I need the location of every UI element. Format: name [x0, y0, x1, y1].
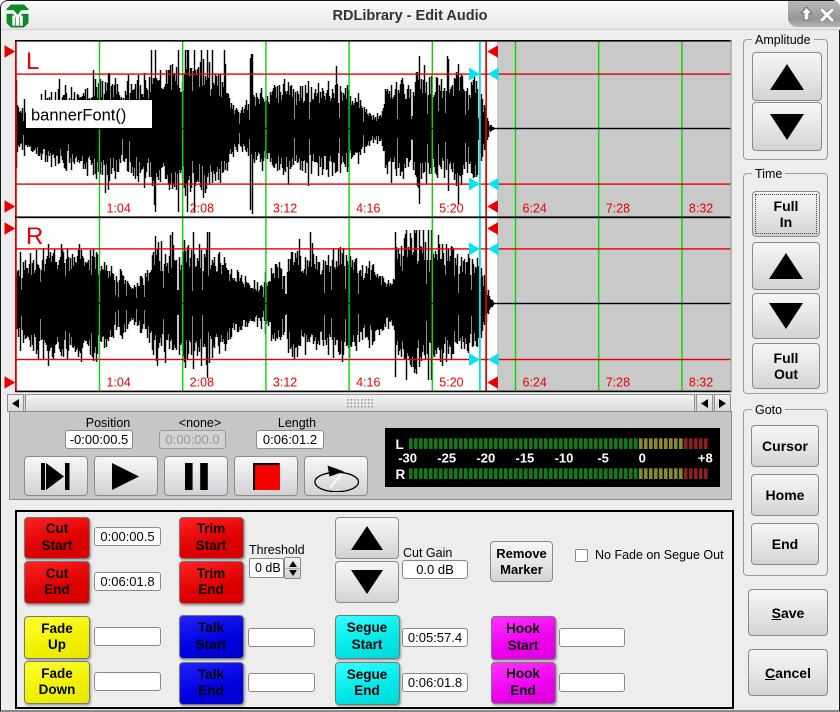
- svg-text:2:08: 2:08: [190, 376, 214, 390]
- svg-text:3:12: 3:12: [273, 202, 297, 216]
- svg-text:bannerFont(): bannerFont(): [31, 107, 126, 125]
- svg-text:5:20: 5:20: [439, 376, 463, 390]
- svg-text:6:24: 6:24: [523, 376, 547, 390]
- svg-text:-25: -25: [437, 450, 456, 465]
- svg-text:-30: -30: [398, 450, 417, 465]
- svg-text:7:28: 7:28: [606, 202, 630, 216]
- svg-text:-10: -10: [555, 450, 574, 465]
- svg-text:3:12: 3:12: [273, 376, 297, 390]
- svg-text:1:04: 1:04: [107, 376, 131, 390]
- svg-text:8:32: 8:32: [689, 202, 713, 216]
- svg-text:L: L: [26, 48, 39, 75]
- svg-text:4:16: 4:16: [356, 376, 380, 390]
- svg-text:-20: -20: [476, 450, 495, 465]
- svg-text:-5: -5: [597, 450, 609, 465]
- svg-text:+8: +8: [698, 450, 713, 465]
- svg-text:2:08: 2:08: [190, 202, 214, 216]
- svg-text:4:16: 4:16: [356, 202, 380, 216]
- svg-text:5:20: 5:20: [439, 202, 463, 216]
- svg-text:6:24: 6:24: [523, 202, 547, 216]
- svg-text:7:28: 7:28: [606, 376, 630, 390]
- svg-text:-15: -15: [516, 450, 535, 465]
- svg-text:0: 0: [639, 450, 646, 465]
- svg-text:R: R: [396, 467, 406, 482]
- svg-text:R: R: [26, 223, 43, 250]
- svg-text:8:32: 8:32: [689, 376, 713, 390]
- svg-text:1:04: 1:04: [107, 202, 131, 216]
